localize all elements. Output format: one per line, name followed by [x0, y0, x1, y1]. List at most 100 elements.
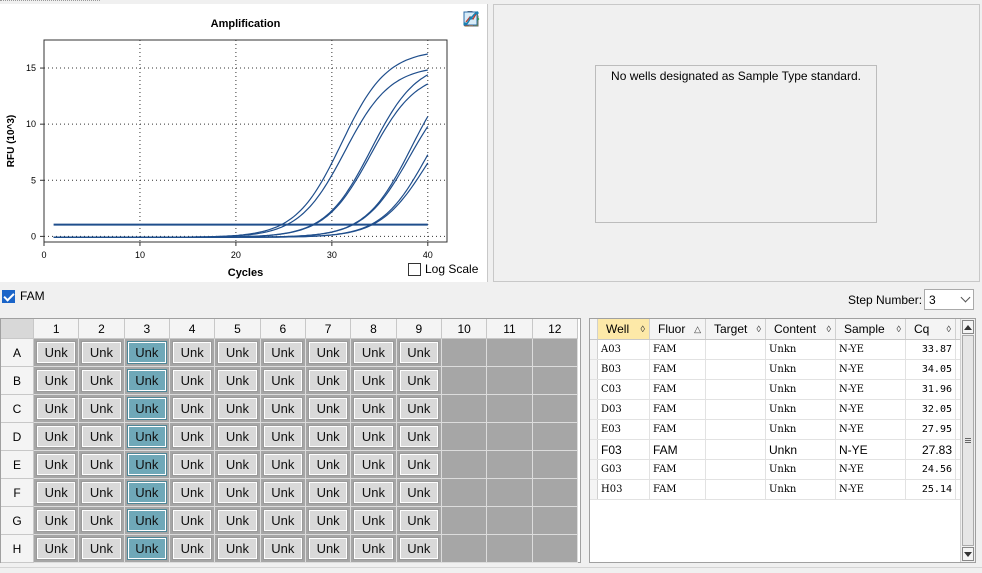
plate-well[interactable]: Unk [36, 481, 77, 504]
plate-well[interactable]: Unk [126, 369, 167, 392]
plate-cell[interactable]: Unk [351, 367, 397, 395]
plate-well[interactable]: Unk [171, 481, 213, 504]
plate-well[interactable]: Unk [262, 509, 303, 532]
plate-well[interactable]: Unk [307, 425, 349, 448]
plate-cell[interactable]: Unk [79, 451, 125, 479]
plate-cell[interactable]: Unk [169, 507, 216, 535]
plate-well[interactable]: Unk [398, 425, 439, 448]
cell-sample[interactable]: N-YE [836, 420, 906, 439]
cell-sample[interactable]: N-YE [836, 460, 906, 479]
cell-well[interactable]: C03 [598, 380, 650, 399]
plate-cell[interactable] [487, 395, 533, 423]
cell-well[interactable]: H03 [598, 480, 650, 499]
cell-sample[interactable]: N-YE [836, 400, 906, 419]
plate-cell[interactable]: Unk [351, 479, 397, 507]
plate-cell[interactable]: Unk [169, 479, 216, 507]
plate-well[interactable]: Unk [126, 453, 167, 476]
plate-cell[interactable]: Unk [215, 367, 261, 395]
plate-cell[interactable]: Unk [34, 535, 80, 563]
plate-cell[interactable]: Unk [396, 395, 442, 423]
plate-cell[interactable]: Unk [124, 479, 170, 507]
plate-cell[interactable]: Unk [169, 423, 216, 451]
plate-cell[interactable] [441, 367, 488, 395]
column-header-cq[interactable]: Cq ◊ [906, 319, 956, 339]
plate-well[interactable]: Unk [171, 509, 213, 532]
plate-cell[interactable]: Unk [215, 339, 261, 367]
column-header-target[interactable]: Target ◊ [706, 319, 766, 339]
plate-cell[interactable]: Unk [396, 423, 442, 451]
plate-well[interactable]: Unk [81, 453, 122, 476]
cell-sample[interactable]: N-YE [836, 380, 906, 399]
plate-column-header[interactable]: 8 [351, 319, 397, 339]
plate-well[interactable]: Unk [81, 341, 122, 364]
plate-cell[interactable] [441, 339, 488, 367]
cell-fluor[interactable]: FAM [650, 440, 706, 459]
plate-cell[interactable]: Unk [215, 479, 261, 507]
plate-cell[interactable] [487, 535, 533, 563]
row-header[interactable] [590, 360, 598, 379]
plate-row-header[interactable]: F [1, 479, 34, 507]
plate-column-header[interactable]: 11 [487, 319, 533, 339]
plate-cell[interactable]: Unk [34, 423, 80, 451]
cell-cq[interactable]: 31.96 [906, 380, 956, 399]
plate-well[interactable]: Unk [171, 369, 213, 392]
plate-well[interactable]: Unk [353, 453, 394, 476]
plate-cell[interactable]: Unk [305, 423, 352, 451]
plate-cell[interactable]: Unk [215, 507, 261, 535]
plate-cell[interactable]: Unk [124, 395, 170, 423]
cell-cq[interactable]: 25.14 [906, 480, 956, 499]
plate-column-header[interactable]: 7 [305, 319, 352, 339]
plate-cell[interactable]: Unk [351, 395, 397, 423]
plate-cell[interactable]: Unk [351, 423, 397, 451]
plate-well[interactable]: Unk [81, 369, 122, 392]
plate-well[interactable]: Unk [262, 397, 303, 420]
plate-cell[interactable]: Unk [260, 535, 306, 563]
log-scale-toggle[interactable]: Log Scale [408, 262, 478, 276]
plate-well[interactable]: Unk [36, 397, 77, 420]
plate-cell[interactable]: Unk [124, 423, 170, 451]
plate-cell[interactable] [441, 507, 488, 535]
plate-cell[interactable]: Unk [351, 535, 397, 563]
plate-column-header[interactable]: 5 [215, 319, 261, 339]
plate-well[interactable]: Unk [307, 453, 349, 476]
row-header[interactable] [590, 420, 598, 439]
cell-content[interactable]: Unkn [766, 440, 836, 459]
plate-column-header[interactable]: 10 [441, 319, 488, 339]
plate-well[interactable]: Unk [81, 537, 122, 560]
plate-well[interactable]: Unk [126, 397, 167, 420]
plate-well[interactable]: Unk [353, 509, 394, 532]
table-row[interactable]: D03 FAM Unkn N-YE 32.05 [590, 400, 975, 420]
plate-well[interactable]: Unk [217, 341, 258, 364]
plate-well[interactable]: Unk [307, 537, 349, 560]
plate-well[interactable]: Unk [353, 369, 394, 392]
cell-cq[interactable]: 33.87 [906, 340, 956, 359]
plate-well[interactable]: Unk [353, 341, 394, 364]
plate-cell[interactable]: Unk [124, 339, 170, 367]
plate-well[interactable]: Unk [126, 425, 167, 448]
plate-well[interactable]: Unk [398, 481, 439, 504]
column-header-well[interactable]: Well ◊ [598, 319, 650, 339]
plate-cell[interactable] [532, 535, 578, 563]
plate-cell[interactable]: Unk [396, 339, 442, 367]
plate-well[interactable]: Unk [81, 425, 122, 448]
plate-column-header[interactable]: 12 [532, 319, 578, 339]
plate-row-header[interactable]: A [1, 339, 34, 367]
plate-cell[interactable] [441, 395, 488, 423]
cell-well[interactable]: G03 [598, 460, 650, 479]
plate-cell[interactable]: Unk [396, 367, 442, 395]
cell-cq[interactable]: 32.05 [906, 400, 956, 419]
plate-well[interactable]: Unk [171, 537, 213, 560]
cell-fluor[interactable]: FAM [650, 380, 706, 399]
column-header-fluor[interactable]: Fluor △ [650, 319, 706, 339]
plate-cell[interactable] [441, 423, 488, 451]
plate-well[interactable]: Unk [126, 481, 167, 504]
plate-well[interactable]: Unk [262, 537, 303, 560]
log-scale-checkbox[interactable] [408, 262, 421, 276]
scroll-up-button[interactable] [962, 320, 974, 334]
plate-cell[interactable]: Unk [305, 507, 352, 535]
plate-cell[interactable]: Unk [305, 479, 352, 507]
plate-well[interactable]: Unk [81, 481, 122, 504]
plate-well[interactable]: Unk [398, 509, 439, 532]
cell-content[interactable]: Unkn [766, 400, 836, 419]
plate-well[interactable]: Unk [126, 341, 167, 364]
